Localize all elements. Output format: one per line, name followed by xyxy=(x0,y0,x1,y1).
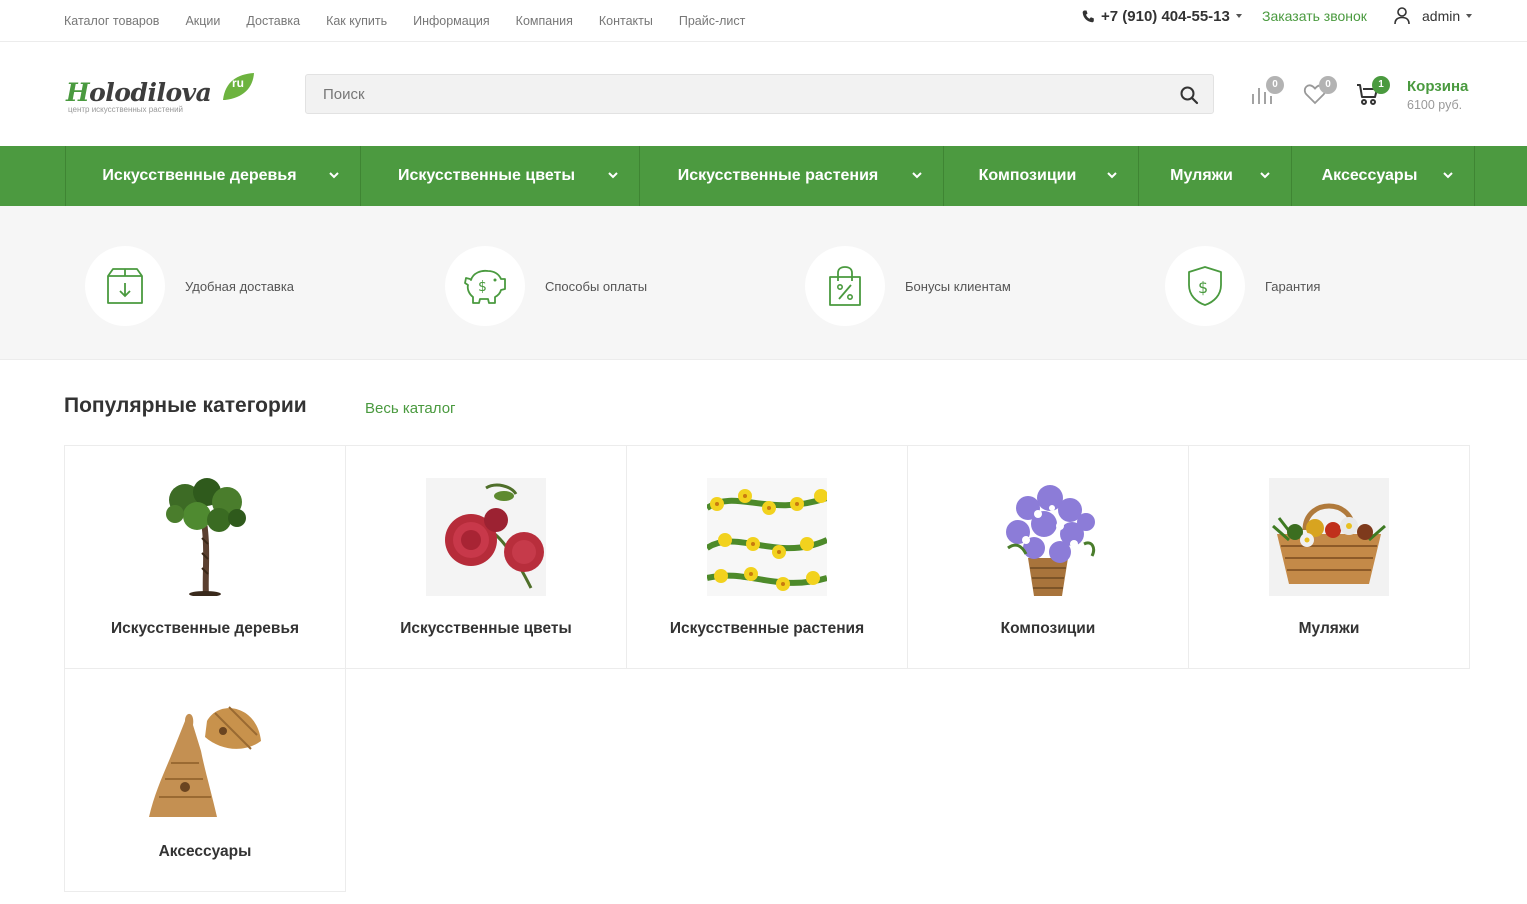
category-name: Искусственные цветы xyxy=(400,620,572,637)
user-menu[interactable]: admin xyxy=(1394,0,1473,32)
svg-text:$: $ xyxy=(478,279,487,295)
menu-item-flowers[interactable]: Искусственные цветы xyxy=(360,146,640,206)
main-menu: Искусственные деревья Искусственные цвет… xyxy=(0,146,1527,206)
favorites-count-badge: 0 xyxy=(1319,76,1337,94)
category-card-dummies[interactable]: Муляжи xyxy=(1188,445,1470,669)
search-input[interactable] xyxy=(306,75,1166,113)
benefits-strip: Удобная доставка $ Способы оплаты Бонусы… xyxy=(0,206,1527,360)
chevron-down-icon xyxy=(1260,172,1270,179)
cart-summary[interactable]: Корзина 6100 руб. xyxy=(1407,78,1468,112)
top-nav-promo-link[interactable]: Акции xyxy=(185,14,220,28)
benefit-bonuses[interactable]: Бонусы клиентам xyxy=(805,246,1011,326)
favorites-button[interactable]: 0 xyxy=(1303,76,1337,108)
search-icon[interactable] xyxy=(1179,85,1199,105)
menu-item-label: Аксессуары xyxy=(1321,167,1418,184)
category-name: Искусственные деревья xyxy=(110,620,300,637)
logo[interactable]: ru Holodilova центр искусственных растен… xyxy=(66,72,256,116)
category-card-plants[interactable]: Искусственные растения xyxy=(626,445,908,669)
compare-count-badge: 0 xyxy=(1266,76,1284,94)
chevron-down-icon xyxy=(912,172,922,179)
svg-text:$: $ xyxy=(1198,278,1208,297)
logo-tld: ru xyxy=(232,76,244,90)
benefit-label: Удобная доставка xyxy=(185,278,295,294)
top-nav: Каталог товаров Акции Доставка Как купит… xyxy=(64,0,771,42)
piggy-bank-icon: $ xyxy=(464,269,506,304)
accessories-image xyxy=(145,701,265,819)
top-nav-contacts-link[interactable]: Контакты xyxy=(599,14,653,28)
header: ru Holodilova центр искусственных растен… xyxy=(0,42,1527,146)
menu-item-label: Муляжи xyxy=(1170,167,1233,184)
top-bar: Каталог товаров Акции Доставка Как купит… xyxy=(0,0,1527,42)
dummies-image xyxy=(1269,478,1389,596)
logo-tagline: центр искусственных растений xyxy=(68,105,184,114)
benefit-payment[interactable]: $ Способы оплаты xyxy=(445,246,647,326)
logo-wordmark: Holodilova xyxy=(66,78,212,107)
category-name: Аксессуары xyxy=(158,843,252,860)
category-card-flowers[interactable]: Искусственные цветы xyxy=(345,445,627,669)
benefit-label: Бонусы клиентам xyxy=(905,278,1011,294)
top-nav-catalog-link[interactable]: Каталог товаров xyxy=(64,14,159,28)
compare-button[interactable]: 0 xyxy=(1250,76,1284,108)
menu-item-label: Искусственные растения xyxy=(677,167,879,184)
chevron-down-icon xyxy=(608,172,618,179)
benefit-label: Способы оплаты xyxy=(545,278,648,294)
cart-button[interactable]: 1 xyxy=(1356,76,1390,108)
top-nav-how-to-buy-link[interactable]: Как купить xyxy=(326,14,387,28)
benefit-icon-circle xyxy=(85,246,165,326)
menu-item-accessories[interactable]: Аксессуары xyxy=(1291,146,1475,206)
delivery-box-icon xyxy=(107,268,143,304)
benefit-icon-circle: $ xyxy=(1165,246,1245,326)
chevron-down-icon xyxy=(1466,14,1473,18)
category-card-trees[interactable]: Искусственные деревья xyxy=(64,445,346,669)
chevron-down-icon xyxy=(329,172,339,179)
menu-item-trees[interactable]: Искусственные деревья xyxy=(65,146,361,206)
category-name: Муляжи xyxy=(1298,620,1360,637)
menu-item-dummies[interactable]: Муляжи xyxy=(1138,146,1292,206)
top-nav-info-link[interactable]: Информация xyxy=(413,14,490,28)
shield-dollar-icon: $ xyxy=(1188,266,1222,306)
cart-sum: 6100 руб. xyxy=(1407,98,1463,112)
phone-number: +7 (910) 404-55-13 xyxy=(1101,7,1230,25)
tree-image xyxy=(145,478,265,596)
benefit-delivery[interactable]: Удобная доставка xyxy=(85,246,294,326)
menu-item-label: Искусственные деревья xyxy=(102,167,297,184)
search-box xyxy=(305,74,1214,114)
benefit-icon-circle xyxy=(805,246,885,326)
category-grid: Искусственные деревья Искусственные цвет… xyxy=(64,445,1470,892)
category-card-compositions[interactable]: Композиции xyxy=(907,445,1189,669)
menu-item-plants[interactable]: Искусственные растения xyxy=(639,146,944,206)
composition-image xyxy=(988,478,1108,596)
callback-link[interactable]: Заказать звонок xyxy=(1262,0,1367,32)
chevron-down-icon xyxy=(1235,14,1242,18)
benefit-label: Гарантия xyxy=(1265,278,1321,294)
phone-dropdown[interactable]: +7 (910) 404-55-13 xyxy=(1082,0,1242,32)
logo-first-letter: H xyxy=(66,78,90,107)
user-name: admin xyxy=(1422,8,1461,24)
user-icon xyxy=(1394,7,1410,25)
chevron-down-icon xyxy=(1107,172,1117,179)
menu-item-label: Композиции xyxy=(978,167,1077,184)
phone-icon xyxy=(1082,10,1094,22)
category-name: Искусственные растения xyxy=(669,620,865,637)
category-card-accessories[interactable]: Аксессуары xyxy=(64,668,346,892)
category-name: Композиции xyxy=(1000,620,1096,637)
logo-rest: olodilova xyxy=(89,78,212,107)
all-catalog-link[interactable]: Весь каталог xyxy=(365,400,456,417)
menu-item-label: Искусственные цветы xyxy=(397,167,576,184)
plants-image xyxy=(707,478,827,596)
benefit-icon-circle: $ xyxy=(445,246,525,326)
top-nav-pricelist-link[interactable]: Прайс-лист xyxy=(679,14,746,28)
cart-count-badge: 1 xyxy=(1372,76,1390,94)
chevron-down-icon xyxy=(1443,172,1453,179)
section-title: Популярные категории xyxy=(64,394,307,417)
benefit-guarantee[interactable]: $ Гарантия xyxy=(1165,246,1320,326)
discount-bag-icon xyxy=(829,266,861,306)
flowers-image xyxy=(426,478,546,596)
menu-divider xyxy=(1474,146,1475,206)
top-nav-delivery-link[interactable]: Доставка xyxy=(246,14,300,28)
top-nav-company-link[interactable]: Компания xyxy=(516,14,573,28)
menu-item-compositions[interactable]: Композиции xyxy=(943,146,1139,206)
cart-title: Корзина xyxy=(1407,78,1469,95)
